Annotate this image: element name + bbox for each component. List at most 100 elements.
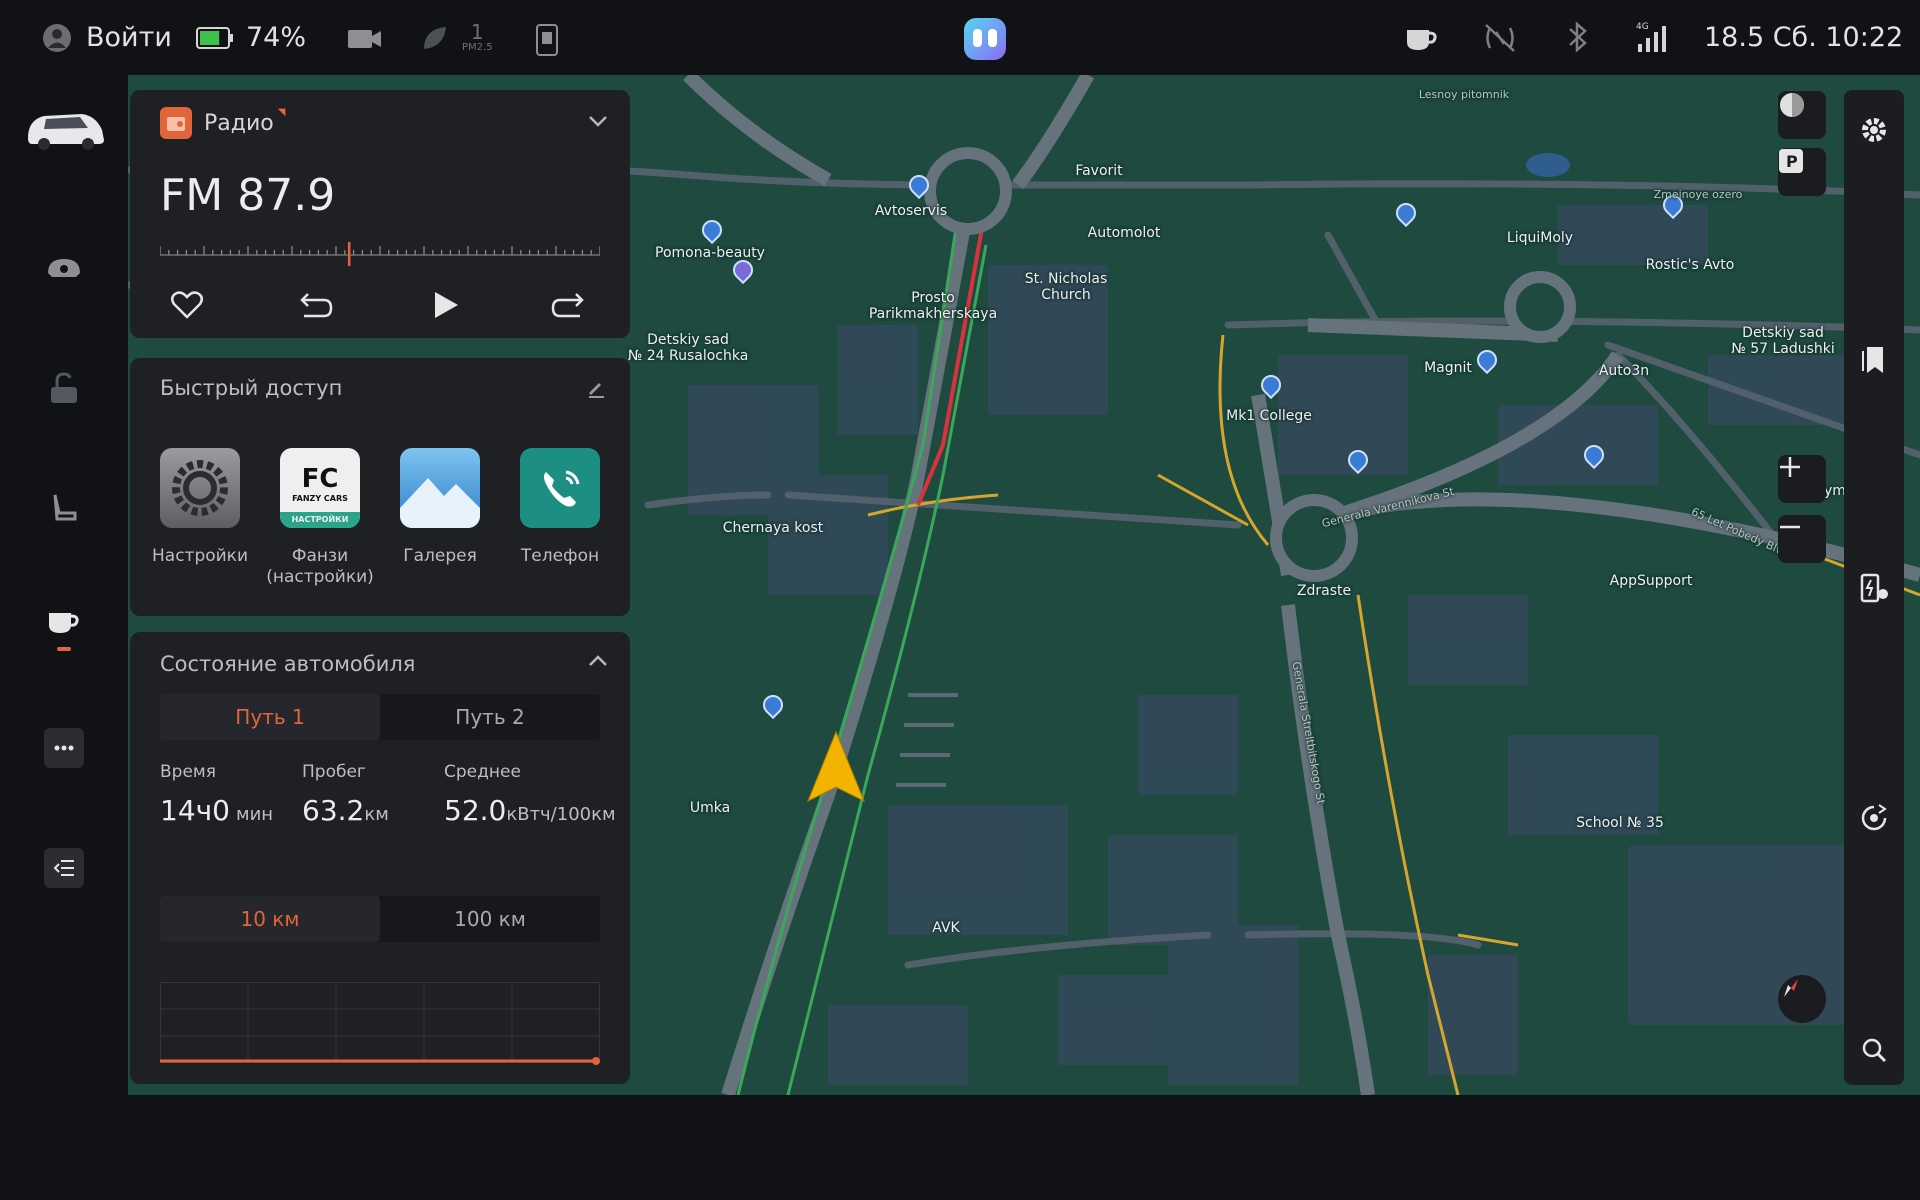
map-label: AVK [932, 920, 960, 936]
map-label: Lesnoy pitomnik [1418, 88, 1510, 101]
app-label: Настройки [151, 546, 249, 566]
stat-label: Пробег [302, 762, 366, 782]
signal-4g-icon: 4G [1636, 20, 1670, 54]
collapse-list-icon[interactable] [24, 828, 104, 908]
active-indicator [57, 647, 71, 651]
login-button[interactable]: Войти [42, 22, 172, 53]
radio-frequency: FM 87.9 [160, 170, 336, 221]
assistant-icon[interactable] [962, 16, 1008, 62]
map-label: Detskiy sad № 24 Rusalochka [627, 332, 749, 364]
camera-icon[interactable] [348, 28, 382, 50]
air-quality: 1 PM2.5 [420, 22, 493, 53]
coffee-nav-item[interactable] [24, 588, 104, 668]
map-label: Detskiy sad № 57 Ladushki [1731, 325, 1835, 357]
stat-value: 14ч0 [160, 794, 230, 827]
pm25-label: PM2.5 [462, 42, 493, 53]
map-label: Chernaya kost [722, 520, 824, 536]
tab-trip-2[interactable]: Путь 2 [380, 694, 600, 740]
map-label: LiquiMoly [1506, 230, 1574, 246]
radio-icon [160, 107, 192, 139]
radio-header[interactable]: Радио ◥ [160, 107, 285, 139]
stat-time: Время 14ч0 мин [160, 762, 273, 827]
map-label: St. Nicholas Church [1024, 271, 1108, 303]
chevron-down-icon[interactable] [588, 114, 608, 128]
map-label: Auto3n [1598, 363, 1650, 379]
chevron-up-icon[interactable] [588, 654, 608, 668]
edit-icon[interactable] [586, 378, 606, 398]
stat-unit: мин [236, 804, 274, 825]
map-label: Magnit [1424, 360, 1472, 376]
car-status-title: Состояние автомобиля [160, 652, 416, 676]
tab-trip-1[interactable]: Путь 1 [160, 694, 380, 740]
map-label: Automolot [1087, 225, 1161, 241]
battery-indicator: 74% [196, 22, 306, 53]
map-label: Zdraste [1296, 583, 1352, 599]
seat-icon[interactable] [24, 468, 104, 548]
map-label: Prosto Parikmakherskaya [868, 290, 998, 322]
radio-title: Радио [204, 110, 274, 136]
more-icon[interactable] [24, 708, 104, 788]
unlock-icon[interactable] [24, 348, 104, 428]
settings-app-icon[interactable] [160, 448, 240, 528]
quick-access-title: Быстрый доступ [160, 376, 343, 400]
fanzy-app-icon[interactable]: FC FANZY CARS НАСТРОЙКИ [280, 448, 360, 528]
play-icon[interactable] [430, 290, 460, 320]
forward-icon[interactable] [550, 290, 586, 320]
stat-mileage: Пробег 63.2км [302, 762, 389, 827]
settings-gear-icon[interactable] [1854, 110, 1894, 150]
fanzy-logo-badge: НАСТРОЙКИ [280, 512, 360, 528]
live-dot: ◥ [277, 107, 286, 118]
fanzy-logo-text: FC [301, 464, 339, 494]
phone-device-icon[interactable] [536, 24, 558, 56]
car-status-card: Состояние автомобиля Путь 1 Путь 2 Время… [130, 632, 630, 1084]
stat-value: 63.2 [302, 794, 365, 827]
app-label: Фанзи (настройки) [266, 546, 374, 587]
parking-icon[interactable]: P [1778, 148, 1826, 196]
map-label: Rostic's Avto [1645, 257, 1735, 273]
bluetooth-icon [1566, 20, 1590, 54]
coffee-icon[interactable] [1404, 22, 1438, 54]
map-label: School № 35 [1576, 815, 1664, 831]
tab-range-100[interactable]: 100 км [380, 896, 600, 942]
right-rail [1844, 90, 1904, 1085]
steering-icon[interactable] [24, 228, 104, 308]
user-icon [43, 23, 71, 52]
range-tabs: 10 км 100 км [160, 896, 600, 942]
stat-label: Среднее [444, 762, 521, 782]
tab-range-10[interactable]: 10 км [160, 896, 380, 942]
gallery-app-icon[interactable] [400, 448, 480, 528]
nfc-off-icon [1482, 22, 1518, 54]
charging-station-icon[interactable] [1854, 568, 1894, 608]
search-icon[interactable] [1854, 1030, 1894, 1070]
car-thumbnail[interactable] [20, 94, 110, 164]
bottom-bar [0, 1095, 1920, 1200]
app-label: Галерея [403, 546, 477, 566]
rewind-icon[interactable] [298, 290, 334, 320]
recenter-icon[interactable] [1854, 798, 1894, 838]
battery-icon [196, 26, 233, 49]
zoom-out-icon[interactable] [1778, 515, 1826, 563]
trip-tabs: Путь 1 Путь 2 [160, 694, 600, 740]
svg-text:4G: 4G [1636, 22, 1649, 32]
phone-app-icon[interactable] [520, 448, 600, 528]
heart-icon[interactable] [170, 290, 204, 320]
map-label: AppSupport [1609, 573, 1693, 589]
stat-average: Среднее 52.0кВтч/100км [444, 762, 616, 827]
stat-unit: кВтч/100км [506, 804, 616, 825]
compass-icon[interactable] [1778, 975, 1826, 1023]
bookmark-icon[interactable] [1854, 340, 1894, 380]
stat-unit: км [364, 804, 389, 825]
pm25-value: 1 [470, 20, 484, 44]
login-label: Войти [86, 22, 172, 53]
status-bar: Войти 74% 1 PM2.5 4G 18.5 Сб. 10:22 [0, 0, 1920, 78]
map-label: Pomona-beauty [655, 245, 765, 261]
stat-label: Время [160, 762, 216, 782]
map-label: Mk1 College [1226, 408, 1312, 424]
theme-toggle-icon[interactable] [1778, 91, 1826, 139]
zoom-in-icon[interactable] [1778, 455, 1826, 503]
tuner-scale[interactable] [160, 240, 600, 270]
map-label: Umka [689, 800, 731, 816]
coffee-icon [49, 613, 79, 633]
fanzy-logo-sub: FANZY CARS [292, 494, 348, 503]
map-label: Zmeinoye ozero [1653, 188, 1743, 201]
